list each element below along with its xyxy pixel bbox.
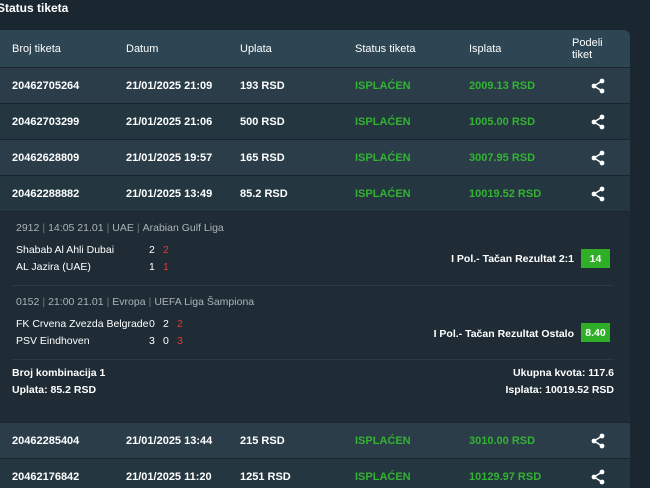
divider: [12, 359, 614, 360]
table-row[interactable]: 20462705264 21/01/2025 21:09 193 RSD ISP…: [0, 67, 630, 103]
event-code: 2912: [16, 222, 40, 234]
ticket-stake: 85.2 RSD: [240, 187, 288, 200]
table-row[interactable]: 20462285404 21/01/2025 13:44 215 RSD ISP…: [0, 422, 630, 458]
table-row[interactable]: 20462176842 21/01/2025 11:20 1251 RSD IS…: [0, 458, 630, 488]
tickets-table: Broj tiketa Datum Uplata Status tiketa I…: [0, 30, 630, 488]
ticket-stake: 165 RSD: [240, 151, 285, 164]
away-score: 0: [163, 335, 169, 347]
home-team: Shabab Al Ahli Dubai: [16, 244, 115, 256]
combinations-count: Broj kombinacija 1: [12, 367, 106, 379]
ticket-date: 21/01/2025 13:44: [126, 434, 213, 447]
table-row-expanded[interactable]: 20462288882 21/01/2025 13:49 85.2 RSD IS…: [0, 175, 630, 211]
away-score: 1: [149, 261, 155, 273]
event-time: 14:05 21.01: [48, 222, 104, 234]
ticket-number: 20462285404: [12, 434, 80, 447]
event-meta: 2912 | 14:05 21.01 | UAE | Arabian Gulf Liga: [16, 222, 224, 234]
ticket-payout: 3007.95 RSD: [469, 151, 536, 164]
share-icon[interactable]: [590, 469, 606, 485]
share-icon[interactable]: [590, 114, 606, 130]
event-block: 0152 | 21:00 21.01 | Evropa | UEFA Liga Šampio…: [0, 286, 630, 360]
ticket-detail: 2912 | 14:05 21.01 | UAE | Arabian Gulf Liga S…: [0, 211, 630, 422]
home-score: 2: [163, 318, 169, 330]
ticket-date: 21/01/2025 13:49: [126, 187, 213, 200]
ticket-status: ISPLAĆEN: [355, 79, 411, 92]
ticket-status: ISPLAĆEN: [355, 470, 411, 483]
bet-pick: I Pol.- Tačan Rezultat 2:1: [451, 253, 574, 265]
col-share-line2: tiket: [572, 48, 593, 61]
col-stake: Uplata: [240, 42, 272, 55]
ticket-number: 20462705264: [12, 79, 80, 92]
share-icon[interactable]: [590, 186, 606, 202]
odd-badge: 8.40: [581, 323, 610, 342]
col-share: Podeli tiket: [572, 30, 612, 67]
away-team: AL Jazira (UAE): [16, 261, 91, 273]
share-icon[interactable]: [590, 150, 606, 166]
ticket-payout: 10129.97 RSD: [469, 470, 542, 483]
ticket-payout: 1005.00 RSD: [469, 115, 536, 128]
event-code: 0152: [16, 296, 40, 308]
col-ticket-number: Broj tiketa: [12, 42, 61, 55]
col-payout: Isplata: [469, 42, 502, 55]
ticket-status: ISPLAĆEN: [355, 115, 411, 128]
event-league: UEFA Liga Šampiona: [154, 296, 255, 308]
ticket-stake: 1251 RSD: [240, 470, 291, 483]
table-row[interactable]: 20462628809 21/01/2025 19:57 165 RSD ISP…: [0, 139, 630, 175]
col-share-line1: Podeli: [572, 36, 603, 49]
col-status: Status tiketa: [355, 42, 416, 55]
ticket-date: 21/01/2025 21:06: [126, 115, 213, 128]
page-title: Status tiketa: [0, 1, 69, 15]
ticket-date: 21/01/2025 21:09: [126, 79, 213, 92]
ticket-stake: 500 RSD: [240, 115, 285, 128]
ticket-payout: 10019.52 RSD: [469, 187, 542, 200]
home-score: 2: [177, 318, 183, 330]
ticket-stake: 215 RSD: [240, 434, 285, 447]
summary-stake: Uplata: 85.2 RSD: [12, 384, 97, 396]
bet-pick: I Pol.- Tačan Rezultat Ostalo: [433, 328, 574, 340]
away-score: 3: [149, 335, 155, 347]
home-score: 2: [149, 244, 155, 256]
ticket-payout: 3010.00 RSD: [469, 434, 536, 447]
ticket-date: 21/01/2025 11:20: [126, 470, 212, 483]
event-league: Arabian Gulf Liga: [142, 222, 224, 234]
share-icon[interactable]: [590, 433, 606, 449]
ticket-number: 20462628809: [12, 151, 80, 164]
away-team: PSV Eindhoven: [16, 335, 90, 347]
table-row[interactable]: 20462703299 21/01/2025 21:06 500 RSD ISP…: [0, 103, 630, 139]
away-score: 1: [163, 261, 169, 273]
ticket-status: ISPLAĆEN: [355, 434, 411, 447]
ticket-status: ISPLAĆEN: [355, 187, 411, 200]
total-odd: Ukupna kvota: 117.6: [513, 367, 614, 379]
ticket-number: 20462176842: [12, 470, 80, 483]
ticket-date: 21/01/2025 19:57: [126, 151, 213, 164]
event-country: UAE: [112, 222, 134, 234]
home-team: FK Crvena Zvezda Belgrade: [16, 318, 149, 330]
event-meta: 0152 | 21:00 21.01 | Evropa | UEFA Liga Šampio…: [16, 296, 255, 308]
home-score: 0: [149, 318, 155, 330]
ticket-status: ISPLAĆEN: [355, 151, 411, 164]
event-block: 2912 | 14:05 21.01 | UAE | Arabian Gulf Liga S…: [0, 212, 630, 286]
ticket-stake: 193 RSD: [240, 79, 285, 92]
event-time: 21:00 21.01: [48, 296, 104, 308]
ticket-payout: 2009.13 RSD: [469, 79, 536, 92]
ticket-number: 20462703299: [12, 115, 80, 128]
ticket-number: 20462288882: [12, 187, 80, 200]
event-country: Evropa: [112, 296, 146, 308]
home-score: 2: [163, 244, 169, 256]
summary-payout: Isplata: 10019.52 RSD: [505, 384, 614, 396]
away-score: 3: [177, 335, 183, 347]
odd-badge: 14: [581, 249, 610, 268]
col-date: Datum: [126, 42, 159, 55]
share-icon[interactable]: [590, 78, 606, 94]
table-header: Broj tiketa Datum Uplata Status tiketa I…: [0, 30, 630, 67]
